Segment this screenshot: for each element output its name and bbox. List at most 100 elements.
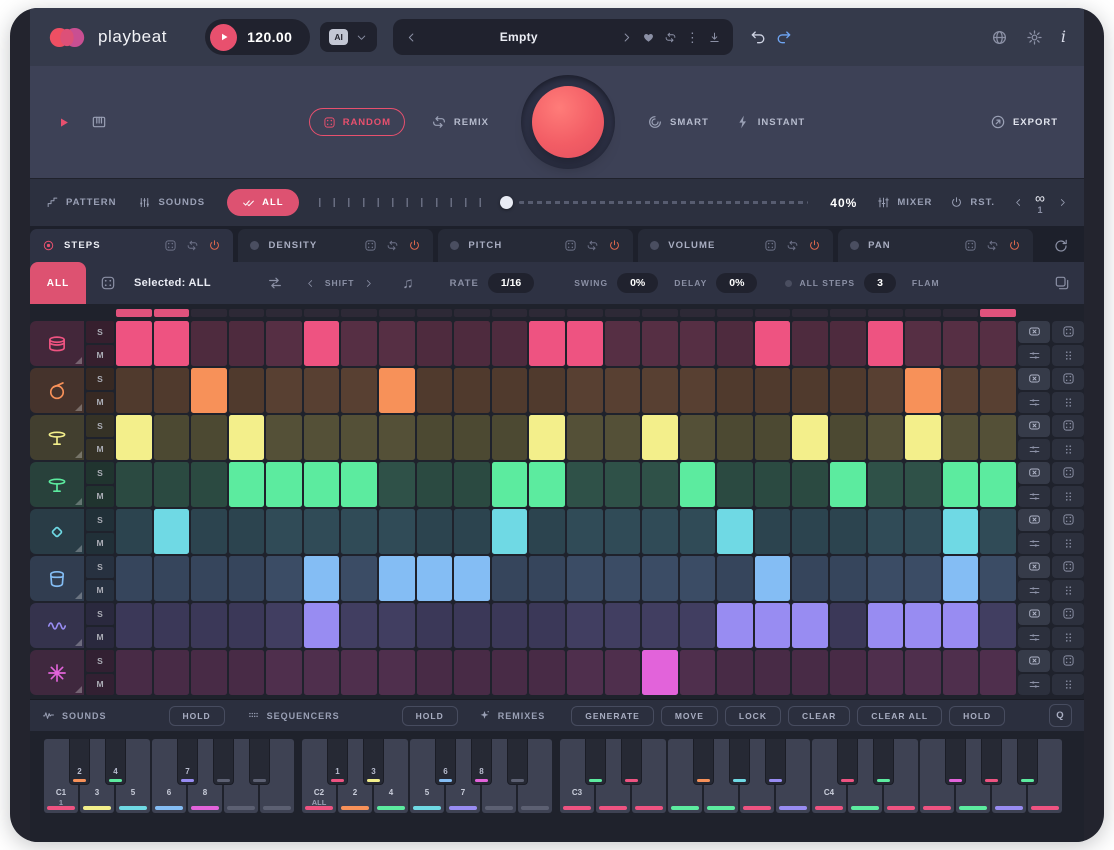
step-cell[interactable] (943, 650, 979, 695)
tab-density[interactable]: DENSITY (238, 229, 433, 262)
sequencers-section-label[interactable]: SEQUENCERS (247, 709, 340, 722)
clear-track-button[interactable] (1018, 321, 1050, 343)
track-mix-button[interactable] (1018, 486, 1050, 508)
keys-icon[interactable] (91, 114, 107, 130)
step-cell[interactable] (304, 462, 340, 507)
step-cell[interactable] (154, 368, 190, 413)
randomize-track-button[interactable] (1052, 603, 1084, 625)
black-key[interactable] (213, 739, 234, 785)
black-key[interactable] (585, 739, 606, 785)
resize-corner[interactable] (75, 545, 82, 552)
play-button[interactable] (210, 24, 237, 51)
step-cell[interactable] (417, 603, 453, 648)
track-drag-handle[interactable] (1052, 533, 1084, 555)
step-cell[interactable] (943, 415, 979, 460)
step-cell[interactable] (417, 650, 453, 695)
lock-button[interactable]: LOCK (725, 706, 781, 726)
remixes-section-label[interactable]: REMIXES (478, 709, 546, 722)
slider-knob[interactable] (500, 196, 513, 209)
tab-pitch[interactable]: PITCH (438, 229, 633, 262)
step-cell[interactable] (792, 462, 828, 507)
step-cell[interactable] (304, 603, 340, 648)
length-segment[interactable] (304, 309, 340, 317)
black-key[interactable] (507, 739, 528, 785)
step-cell[interactable] (229, 462, 265, 507)
step-cell[interactable] (454, 556, 490, 601)
black-key[interactable] (621, 739, 642, 785)
length-segment[interactable] (379, 309, 415, 317)
black-key-7[interactable]: 7 (177, 739, 198, 785)
step-cell[interactable] (567, 556, 603, 601)
step-cell[interactable] (943, 509, 979, 554)
move-button[interactable]: MOVE (661, 706, 718, 726)
length-segment[interactable] (492, 309, 528, 317)
black-key[interactable] (693, 739, 714, 785)
step-cell[interactable] (680, 462, 716, 507)
step-cell[interactable] (191, 462, 227, 507)
tab-steps[interactable]: STEPS (30, 229, 233, 262)
shift-right-icon[interactable] (363, 278, 374, 289)
step-cell[interactable] (717, 509, 753, 554)
mute-button[interactable]: M (86, 439, 114, 461)
length-segment[interactable] (154, 309, 190, 317)
step-cell[interactable] (980, 321, 1016, 366)
track-button-kick[interactable] (30, 321, 84, 366)
step-cell[interactable] (529, 556, 565, 601)
track-button-synth[interactable] (30, 603, 84, 648)
step-cell[interactable] (341, 462, 377, 507)
step-cell[interactable] (755, 650, 791, 695)
step-cell[interactable] (266, 603, 302, 648)
clear-track-button[interactable] (1018, 509, 1050, 531)
tab-volume[interactable]: VOLUME (638, 229, 833, 262)
black-key-4[interactable]: 4 (105, 739, 126, 785)
step-cell[interactable] (792, 650, 828, 695)
step-cell[interactable] (116, 509, 152, 554)
step-cell[interactable] (116, 368, 152, 413)
preset-prev-icon[interactable] (405, 31, 418, 44)
track-drag-handle[interactable] (1052, 627, 1084, 649)
track-mix-button[interactable] (1018, 392, 1050, 414)
randomize-track-button[interactable] (1052, 321, 1084, 343)
step-cell[interactable] (116, 603, 152, 648)
step-cell[interactable] (379, 415, 415, 460)
step-cell[interactable] (642, 556, 678, 601)
solo-button[interactable]: S (86, 321, 114, 343)
step-cell[interactable] (191, 415, 227, 460)
step-cell[interactable] (454, 509, 490, 554)
step-cell[interactable] (116, 415, 152, 460)
length-segment[interactable] (605, 309, 641, 317)
step-cell[interactable] (229, 556, 265, 601)
step-cell[interactable] (304, 556, 340, 601)
step-cell[interactable] (304, 509, 340, 554)
all-tracks-tab[interactable]: ALL (30, 262, 86, 304)
note-value-icon[interactable]: ♫ (402, 276, 413, 291)
length-segment[interactable] (830, 309, 866, 317)
track-mix-button[interactable] (1018, 674, 1050, 696)
mute-button[interactable]: M (86, 533, 114, 555)
step-cell[interactable] (417, 368, 453, 413)
step-cell[interactable] (529, 415, 565, 460)
black-key-1[interactable]: 1 (327, 739, 348, 785)
step-cell[interactable] (341, 321, 377, 366)
step-cell[interactable] (454, 603, 490, 648)
resize-corner[interactable] (75, 686, 82, 693)
step-cell[interactable] (229, 509, 265, 554)
quantize-button[interactable]: Q (1049, 704, 1072, 727)
length-segment[interactable] (229, 309, 265, 317)
step-cell[interactable] (905, 321, 941, 366)
step-cell[interactable] (830, 415, 866, 460)
step-cell[interactable] (680, 509, 716, 554)
amount-slider[interactable] (319, 196, 809, 209)
step-cell[interactable] (755, 509, 791, 554)
step-cell[interactable] (642, 650, 678, 695)
black-key[interactable] (729, 739, 750, 785)
main-knob[interactable] (521, 75, 615, 169)
black-key-6[interactable]: 6 (435, 739, 456, 785)
dice-icon[interactable] (100, 275, 116, 291)
step-cell[interactable] (492, 462, 528, 507)
step-cell[interactable] (605, 650, 641, 695)
step-cell[interactable] (680, 368, 716, 413)
dice-icon[interactable] (164, 239, 177, 252)
length-segment[interactable] (943, 309, 979, 317)
power-icon[interactable] (808, 239, 821, 252)
